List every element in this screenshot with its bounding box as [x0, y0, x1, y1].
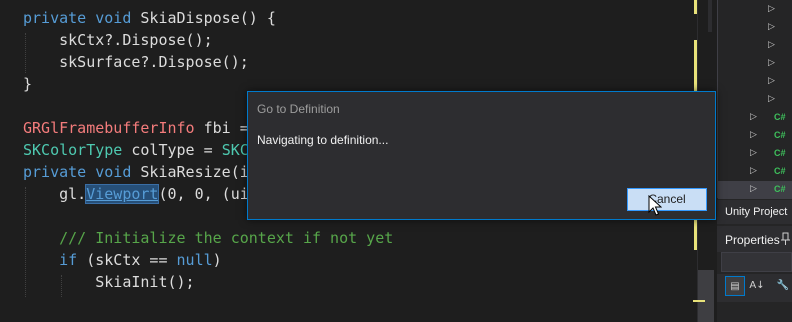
mouse-pointer-icon [648, 194, 663, 217]
right-tool-panel: ▷ ▷ ▷ ▷ ▷ ▷ ▷ C# ▷ C# ▷ C# ▷ C# ▷ C# Unity Pr… [717, 0, 792, 322]
tree-item[interactable]: ▷ C# [718, 127, 792, 145]
expand-icon[interactable]: ▷ [768, 40, 775, 50]
expand-icon[interactable]: ▷ [768, 22, 775, 32]
tree-item[interactable]: ▷ C# [718, 109, 792, 127]
code-token: colType = [122, 141, 222, 159]
code-line[interactable]: } [23, 73, 32, 95]
code-line[interactable]: skSurface?.Dispose(); [23, 51, 249, 73]
alphabetical-icon[interactable]: A↓ [747, 276, 767, 296]
selected-symbol: Viewport [85, 184, 160, 204]
scrollbar-marker [708, 0, 712, 32]
categorized-icon[interactable]: ▤ [725, 276, 745, 296]
code-token: null [176, 251, 213, 269]
caret-marker [693, 300, 705, 302]
indent-guide [25, 33, 26, 73]
csharp-file-icon: C# [774, 148, 786, 158]
indent-guide [25, 187, 26, 297]
tab-unity-project[interactable]: Unity Project [717, 200, 792, 224]
code-token: GRGlFramebufferInfo [23, 119, 195, 137]
dialog-title: Go to Definition [257, 102, 340, 116]
code-token: private [23, 163, 87, 181]
code-line[interactable]: if (skCtx == null) [23, 249, 222, 271]
expand-icon[interactable]: ▷ [768, 94, 775, 104]
go-to-definition-dialog: Go to Definition Navigating to definitio… [247, 91, 716, 220]
code-line[interactable]: SKColorType colType = SKC [23, 139, 249, 161]
code-token: if [59, 251, 78, 269]
code-token: void [95, 9, 132, 27]
code-token: (skCtx == [77, 251, 177, 269]
expand-icon[interactable]: ▷ [768, 58, 775, 68]
tree-item[interactable]: ▷ [718, 37, 792, 55]
code-token: } [23, 75, 33, 93]
code-line[interactable]: private void SkiaResize(i [23, 161, 249, 183]
properties-object-selector[interactable] [721, 252, 792, 272]
code-token: SkiaDispose() { [131, 9, 276, 27]
csharp-file-icon: C# [774, 130, 786, 140]
code-token: SKC [221, 141, 249, 159]
code-token: skSurface?.Dispose(); [23, 53, 249, 71]
code-token: skCtx?.Dispose(); [23, 31, 213, 49]
code-token: private [23, 9, 87, 27]
pin-icon[interactable] [781, 232, 790, 246]
code-token: ) [212, 251, 222, 269]
tree-item[interactable]: ▷ C# [718, 145, 792, 163]
csharp-file-icon: C# [774, 112, 786, 122]
code-token: (0, 0, (ui [158, 185, 249, 203]
properties-grid [717, 302, 792, 322]
tree-item[interactable]: ▷ C# [718, 163, 792, 181]
solution-explorer[interactable]: ▷ ▷ ▷ ▷ ▷ ▷ ▷ C# ▷ C# ▷ C# ▷ C# ▷ C# [717, 0, 792, 199]
expand-icon[interactable]: ▷ [768, 4, 775, 14]
expand-icon[interactable]: ▷ [750, 130, 757, 140]
dialog-message: Navigating to definition... [257, 133, 389, 147]
cancel-button[interactable]: Cancel [627, 188, 707, 211]
tree-item[interactable]: ▷ [718, 91, 792, 109]
code-line[interactable]: SkiaInit(); [23, 271, 195, 293]
scrollbar-thumb[interactable] [698, 270, 714, 322]
code-line[interactable]: private void SkiaDispose() { [23, 7, 276, 29]
expand-icon[interactable]: ▷ [750, 166, 757, 176]
tree-item[interactable]: ▷ [718, 55, 792, 73]
code-line[interactable]: GRGlFramebufferInfo fbi = [23, 117, 258, 139]
indent-guide [61, 275, 62, 297]
tree-item[interactable]: ▷ [718, 73, 792, 91]
expand-icon[interactable]: ▷ [750, 148, 757, 158]
code-token: SkiaInit(); [23, 273, 195, 291]
wrench-icon[interactable]: 🔧 [773, 276, 792, 296]
expand-icon[interactable]: ▷ [750, 112, 757, 122]
tree-item[interactable]: ▷ [718, 1, 792, 19]
tree-item[interactable]: ▷ [718, 19, 792, 37]
code-token: SKColorType [23, 141, 123, 159]
code-line[interactable]: gl.Viewport(0, 0, (ui [23, 183, 249, 205]
code-token: gl. [23, 185, 87, 203]
csharp-file-icon: C# [774, 184, 786, 194]
code-line[interactable]: /// Initialize the context if not yet [23, 227, 393, 249]
code-token: SkiaResize(i [131, 163, 249, 181]
tree-item-selected[interactable]: ▷ C# [718, 181, 792, 199]
expand-icon[interactable]: ▷ [768, 76, 775, 86]
code-token: /// Initialize the context if not yet [23, 229, 394, 247]
csharp-file-icon: C# [774, 166, 786, 176]
code-token: void [95, 163, 132, 181]
expand-icon[interactable]: ▷ [750, 184, 757, 194]
code-line[interactable]: skCtx?.Dispose(); [23, 29, 213, 51]
